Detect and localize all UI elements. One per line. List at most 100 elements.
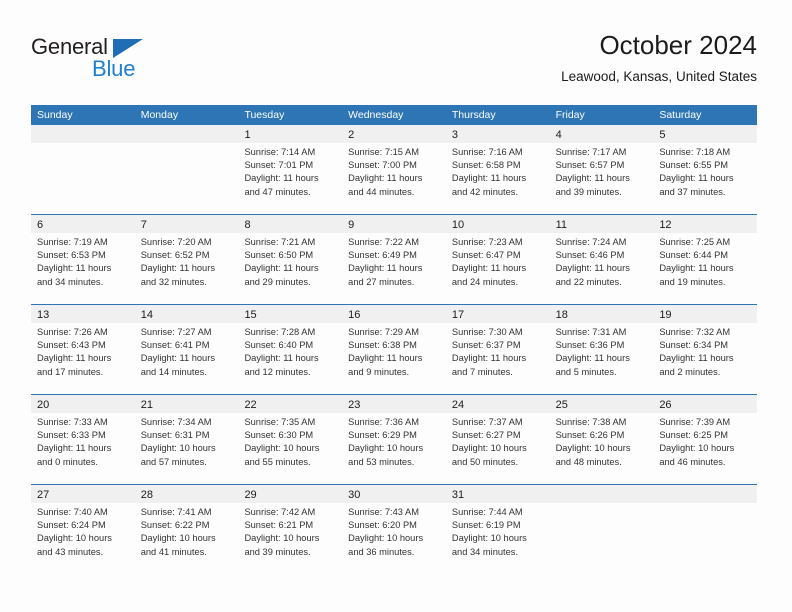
day-number-band: 14	[134, 305, 239, 323]
day-number: 25	[555, 399, 568, 411]
day-number-band: 4	[549, 125, 654, 143]
day-number: 23	[348, 399, 361, 411]
sunrise-text: Sunrise: 7:40 AM	[37, 507, 108, 517]
calendar-day-cell[interactable]: 21 Sunrise: 7:34 AM Sunset: 6:31 PM Dayligh…	[134, 395, 239, 484]
calendar-day-cell[interactable]: 7 Sunrise: 7:20 AM Sunset: 6:52 PM Daylight…	[134, 215, 239, 304]
calendar-day-cell[interactable]: 17 Sunrise: 7:30 AM Sunset: 6:37 PM Dayligh…	[445, 305, 550, 394]
calendar-day-cell[interactable]: 15 Sunrise: 7:28 AM Sunset: 6:40 PM Dayligh…	[238, 305, 343, 394]
day-number: 24	[451, 399, 465, 411]
sunrise-text: Sunrise: 7:42 AM	[244, 507, 316, 517]
calendar-day-cell[interactable]: 9 Sunrise: 7:22 AM Sunset: 6:49 PM Daylight…	[342, 215, 446, 304]
calendar-day-cell[interactable]: 28 Sunrise: 7:41 AM Sunset: 6:22 PM Dayligh…	[134, 485, 239, 575]
daylight-text-line1: Daylight: 11 hours	[37, 443, 112, 454]
day-number-band: 28	[134, 485, 239, 503]
daylight-text-line2: and 41 minutes.	[140, 546, 207, 557]
day-number: 27	[37, 489, 50, 501]
calendar-day-cell[interactable]: 2 Sunrise: 7:15 AM Sunset: 7:00 PM Daylight…	[342, 125, 446, 214]
calendar-day-cell[interactable]: 13 Sunrise: 7:26 AM Sunset: 6:43 PM Dayligh…	[31, 305, 135, 394]
day-sun-info: Sunrise: 7:31 AM Sunset: 6:36 PM Daylight:…	[550, 323, 654, 379]
day-number: 22	[244, 399, 257, 411]
day-sun-info: Sunrise: 7:37 AM Sunset: 6:27 PM Daylight:…	[446, 413, 550, 469]
day-number: 10	[451, 219, 465, 231]
day-sun-info: Sunrise: 7:23 AM Sunset: 6:47 PM Daylight:…	[446, 233, 550, 289]
calendar-day-cell[interactable]: 10 Sunrise: 7:23 AM Sunset: 6:47 PM Dayligh…	[445, 215, 550, 304]
daylight-text-line1: Daylight: 11 hours	[37, 353, 112, 364]
calendar-day-cell[interactable]: 19 Sunrise: 7:32 AM Sunset: 6:34 PM Dayligh…	[653, 305, 758, 394]
calendar-day-cell-empty	[31, 125, 135, 214]
day-number-band: 18	[549, 305, 654, 323]
sunrise-text: Sunrise: 7:24 AM	[555, 237, 627, 247]
weekday-header-saturday: Saturday	[659, 109, 702, 121]
calendar-weeks: 1 Sunrise: 7:14 AM Sunset: 7:01 PM Daylight…	[31, 125, 758, 575]
sunset-text: Sunset: 6:55 PM	[659, 160, 729, 171]
calendar-day-cell[interactable]: 31 Sunrise: 7:44 AM Sunset: 6:19 PM Dayligh…	[445, 485, 550, 575]
calendar-day-cell[interactable]: 12 Sunrise: 7:25 AM Sunset: 6:44 PM Dayligh…	[653, 215, 758, 304]
daylight-text-line1: Daylight: 11 hours	[348, 173, 423, 184]
daylight-text-line2: and 46 minutes.	[659, 456, 726, 467]
calendar-day-cell[interactable]: 23 Sunrise: 7:36 AM Sunset: 6:29 PM Dayligh…	[342, 395, 446, 484]
sunset-text: Sunset: 7:01 PM	[244, 160, 314, 171]
day-number-band: 8	[238, 215, 343, 233]
day-sun-info: Sunrise: 7:29 AM Sunset: 6:38 PM Daylight:…	[342, 323, 446, 379]
daylight-text-line2: and 34 minutes.	[37, 276, 104, 287]
calendar-day-cell[interactable]: 4 Sunrise: 7:17 AM Sunset: 6:57 PM Daylight…	[549, 125, 654, 214]
calendar-day-cell[interactable]: 3 Sunrise: 7:16 AM Sunset: 6:58 PM Daylight…	[445, 125, 550, 214]
sunset-text: Sunset: 6:49 PM	[348, 250, 417, 261]
calendar-day-cell[interactable]: 25 Sunrise: 7:38 AM Sunset: 6:26 PM Dayligh…	[549, 395, 654, 484]
day-number-band: 23	[342, 395, 446, 413]
daylight-text-line2: and 48 minutes.	[555, 456, 622, 467]
calendar-day-cell[interactable]: 26 Sunrise: 7:39 AM Sunset: 6:25 PM Dayligh…	[653, 395, 758, 484]
daylight-text-line1: Daylight: 11 hours	[140, 353, 215, 364]
sunset-text: Sunset: 6:37 PM	[451, 340, 521, 351]
daylight-text-line1: Daylight: 11 hours	[555, 263, 630, 274]
calendar-day-cell[interactable]: 30 Sunrise: 7:43 AM Sunset: 6:20 PM Dayligh…	[342, 485, 446, 575]
day-number: 21	[140, 399, 153, 411]
daylight-text-line1: Daylight: 10 hours	[140, 443, 216, 454]
sunset-text: Sunset: 6:21 PM	[244, 520, 314, 531]
calendar-day-cell[interactable]: 24 Sunrise: 7:37 AM Sunset: 6:27 PM Dayligh…	[445, 395, 550, 484]
daylight-text-line2: and 44 minutes.	[348, 186, 415, 197]
day-number-band: 6	[31, 215, 135, 233]
calendar-day-cell[interactable]: 1 Sunrise: 7:14 AM Sunset: 7:01 PM Daylight…	[238, 125, 343, 214]
daylight-text-line1: Daylight: 10 hours	[244, 533, 320, 544]
calendar-day-cell[interactable]: 14 Sunrise: 7:27 AM Sunset: 6:41 PM Dayligh…	[134, 305, 239, 394]
calendar-day-cell[interactable]: 29 Sunrise: 7:42 AM Sunset: 6:21 PM Dayligh…	[238, 485, 343, 575]
calendar-day-cell[interactable]: 5 Sunrise: 7:18 AM Sunset: 6:55 PM Daylight…	[653, 125, 758, 214]
daylight-text-line2: and 9 minutes.	[348, 366, 410, 377]
daylight-text-line2: and 37 minutes.	[659, 186, 726, 197]
page-title: October 2024	[599, 30, 757, 60]
calendar-day-cell[interactable]: 20 Sunrise: 7:33 AM Sunset: 6:33 PM Dayligh…	[31, 395, 135, 484]
daylight-text-line2: and 36 minutes.	[348, 546, 415, 557]
day-sun-info: Sunrise: 7:22 AM Sunset: 6:49 PM Daylight:…	[342, 233, 446, 289]
sunset-text: Sunset: 6:29 PM	[348, 430, 417, 441]
calendar-day-cell[interactable]: 22 Sunrise: 7:35 AM Sunset: 6:30 PM Dayligh…	[238, 395, 343, 484]
calendar-day-cell[interactable]: 6 Sunrise: 7:19 AM Sunset: 6:53 PM Daylight…	[31, 215, 135, 304]
calendar-day-cell[interactable]: 16 Sunrise: 7:29 AM Sunset: 6:38 PM Dayligh…	[342, 305, 446, 394]
day-sun-info: Sunrise: 7:17 AM Sunset: 6:57 PM Daylight:…	[550, 143, 654, 199]
sunset-text: Sunset: 6:33 PM	[37, 430, 106, 441]
day-number: 20	[37, 399, 50, 411]
calendar-day-cell[interactable]: 27 Sunrise: 7:40 AM Sunset: 6:24 PM Dayligh…	[31, 485, 135, 575]
daylight-text-line1: Daylight: 11 hours	[140, 263, 215, 274]
calendar-day-cell[interactable]: 8 Sunrise: 7:21 AM Sunset: 6:50 PM Daylight…	[238, 215, 343, 304]
day-number-band: 7	[134, 215, 239, 233]
sunset-text: Sunset: 6:22 PM	[140, 520, 210, 531]
day-number: 18	[555, 309, 568, 321]
sunset-text: Sunset: 6:44 PM	[659, 250, 729, 261]
day-number-band: 15	[238, 305, 343, 323]
sunrise-text: Sunrise: 7:22 AM	[348, 237, 419, 247]
title-block: October 2024 Leawood, Kansas, United Sta…	[561, 28, 757, 88]
calendar-day-cell[interactable]: 18 Sunrise: 7:31 AM Sunset: 6:36 PM Dayligh…	[549, 305, 654, 394]
sunrise-text: Sunrise: 7:34 AM	[140, 417, 212, 427]
daylight-text-line2: and 0 minutes.	[37, 456, 98, 467]
calendar-day-cell[interactable]: 11 Sunrise: 7:24 AM Sunset: 6:46 PM Dayligh…	[549, 215, 654, 304]
calendar-day-cell-empty	[549, 485, 654, 575]
weekday-header-row: Sunday Monday Tuesday Wednesday Thursday Frid…	[31, 105, 757, 125]
sunset-text: Sunset: 6:20 PM	[348, 520, 417, 531]
day-number: 6	[37, 219, 44, 231]
sunset-text: Sunset: 6:24 PM	[37, 520, 106, 531]
sunrise-text: Sunrise: 7:28 AM	[244, 327, 316, 337]
daylight-text-line1: Daylight: 11 hours	[244, 353, 319, 364]
day-number-band: 30	[342, 485, 446, 503]
general-blue-logo[interactable]: General Blue	[31, 34, 171, 90]
